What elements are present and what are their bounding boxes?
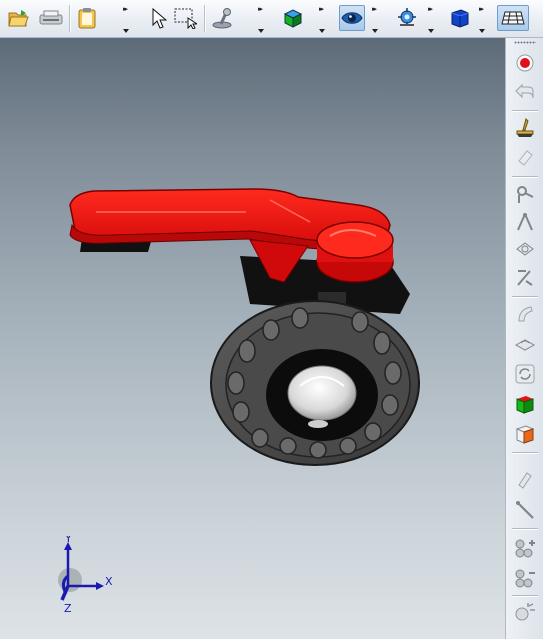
open-folder-icon[interactable] (6, 5, 32, 31)
shaded-box-icon[interactable] (280, 5, 306, 31)
compass-icon[interactable] (511, 208, 539, 236)
window-select-icon[interactable] (172, 5, 198, 31)
eraser-icon[interactable] (511, 144, 539, 172)
y-axis-label: Y (64, 536, 72, 545)
z-axis-label: Z (64, 602, 72, 615)
toolbar-overflow-4[interactable]: ▸▸ (370, 4, 379, 34)
toolbar-overflow-2[interactable]: ▸▸ (256, 4, 265, 34)
main-toolbar: ▸▸ ▸▸ ▸▸ ▸▸ ▸▸ ▸▸ (0, 0, 543, 38)
curve-icon[interactable] (511, 300, 539, 328)
x-axis-label: X (105, 575, 113, 588)
toolbar-overflow-3[interactable]: ▸▸ (317, 4, 326, 34)
assembly-remove-icon[interactable] (511, 564, 539, 592)
undo-icon[interactable] (511, 78, 539, 106)
blue-cube-icon[interactable] (447, 5, 473, 31)
section-plane-icon[interactable] (511, 236, 539, 264)
zoom-target-icon[interactable] (394, 5, 420, 31)
joystick-icon[interactable] (210, 5, 236, 31)
eye-view-icon[interactable] (339, 5, 365, 31)
right-toolbar (505, 38, 543, 639)
clip-plane-icon[interactable] (511, 466, 539, 494)
paint-brush-icon[interactable] (511, 114, 539, 142)
measure-line-icon[interactable] (511, 496, 539, 524)
clipboard-icon[interactable] (74, 5, 100, 31)
toolbar-overflow-1[interactable]: ▸▸ (121, 4, 130, 34)
pointer-icon[interactable] (145, 5, 171, 31)
toolbar-overflow-6[interactable]: ▸▸ (477, 4, 486, 34)
toolbar-overflow-5[interactable]: ▸▸ (426, 4, 435, 34)
print-icon[interactable] (38, 5, 64, 31)
pipe-valve-icon[interactable] (511, 180, 539, 208)
refresh-icon[interactable] (511, 360, 539, 388)
axis-triad: Y X Z (58, 536, 113, 615)
dimension-icon[interactable] (511, 264, 539, 292)
explode-icon[interactable] (511, 599, 539, 627)
3d-viewport[interactable]: Y X Z (0, 38, 505, 639)
green-cube-icon[interactable] (511, 390, 539, 418)
grid-plane-icon[interactable] (497, 5, 529, 31)
record-icon[interactable] (511, 49, 539, 77)
surface-icon[interactable] (511, 330, 539, 358)
orange-cube-icon[interactable] (511, 420, 539, 448)
assembly-add-icon[interactable] (511, 534, 539, 562)
